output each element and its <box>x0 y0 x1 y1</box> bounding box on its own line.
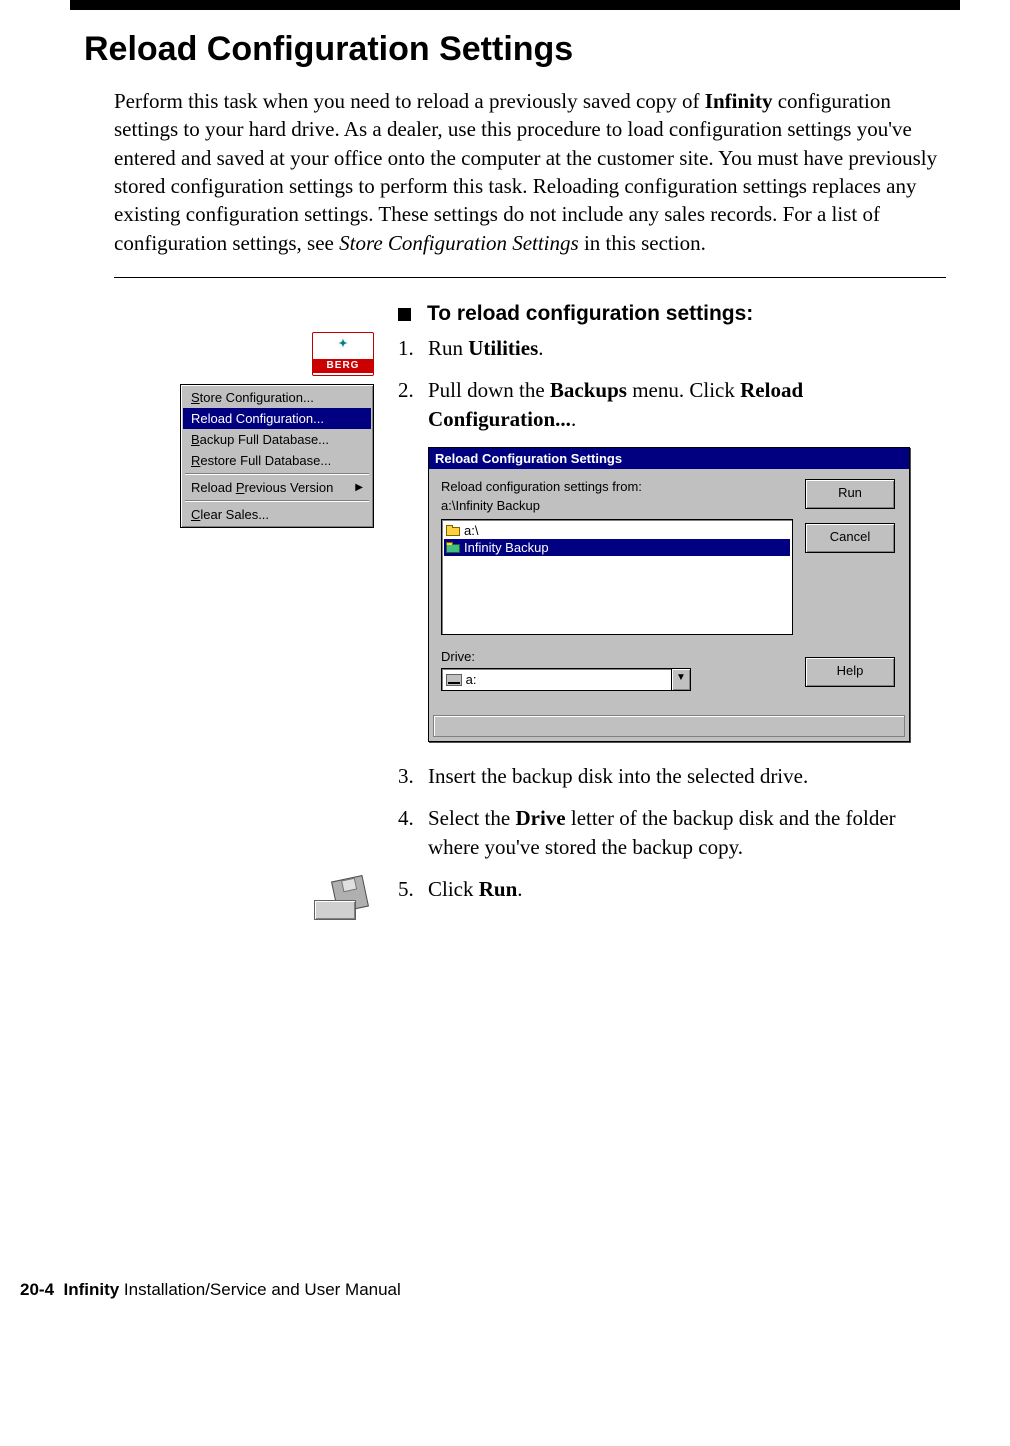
page-footer: 20-4 Infinity Installation/Service and U… <box>20 1280 960 1300</box>
from-path: a:\Infinity Backup <box>441 498 793 513</box>
list-item[interactable]: a:\ <box>444 522 790 539</box>
berg-logo-text: BERG <box>313 359 373 373</box>
intro-text: Perform this task when you need to reloa… <box>114 89 705 113</box>
page-title: Reload Configuration Settings <box>84 30 960 69</box>
folder-icon <box>446 525 460 536</box>
folder-open-icon <box>446 542 460 553</box>
menu-clear-sales[interactable]: Clear Sales... <box>183 504 371 525</box>
run-button[interactable]: Run <box>805 479 895 509</box>
submenu-arrow-icon: ▶ <box>355 482 363 493</box>
list-item[interactable]: Infinity Backup <box>444 539 790 556</box>
step-5: 5. Click Run. <box>398 875 946 903</box>
folder-listbox[interactable]: a:\ Infinity Backup <box>441 519 793 635</box>
procedure-heading: To reload configuration settings: <box>398 302 946 326</box>
drive-combo[interactable]: ▼ <box>441 668 691 691</box>
step-3: 3. Insert the backup disk into the selec… <box>398 762 946 790</box>
berg-logo-icon: ✦ BERG <box>312 332 374 376</box>
backups-menu: Store Configuration... Reload Configurat… <box>180 384 374 528</box>
dialog-statusbar <box>433 715 905 737</box>
reload-config-dialog: Reload Configuration Settings Reload con… <box>428 447 910 742</box>
dropdown-arrow-icon[interactable]: ▼ <box>672 668 691 691</box>
drive-label: Drive: <box>441 649 793 664</box>
floppy-drive-icon <box>314 878 366 920</box>
menu-divider <box>185 500 369 502</box>
drive-field[interactable] <box>441 668 672 691</box>
cancel-button[interactable]: Cancel <box>805 523 895 553</box>
menu-reload-config[interactable]: Reload Configuration... <box>183 408 371 429</box>
intro-italic-ref: Store Configuration Settings <box>339 231 579 255</box>
footer-text: Installation/Service and User Manual <box>119 1280 401 1299</box>
section-divider <box>114 277 946 278</box>
page-number: 20-4 <box>20 1280 54 1299</box>
menu-store-config[interactable]: Store Configuration... <box>183 387 371 408</box>
from-label: Reload configuration settings from: <box>441 479 793 494</box>
step-2: 2. Pull down the Backups menu. Click Rel… <box>398 376 946 433</box>
help-button[interactable]: Help <box>805 657 895 687</box>
intro-bold-infinity: Infinity <box>705 89 773 113</box>
menu-backup-db[interactable]: Backup Full Database... <box>183 429 371 450</box>
footer-product: Infinity <box>63 1280 119 1299</box>
drive-icon <box>446 674 462 686</box>
intro-text-post: in this section. <box>579 231 706 255</box>
square-bullet-icon <box>398 308 411 321</box>
step-1: 1. Run Utilities. <box>398 334 946 362</box>
menu-reload-prev[interactable]: Reload Previous Version▶ <box>183 477 371 498</box>
dialog-titlebar[interactable]: Reload Configuration Settings <box>429 448 909 469</box>
intro-paragraph: Perform this task when you need to reloa… <box>114 87 946 257</box>
header-rule <box>70 0 960 10</box>
step-4: 4. Select the Drive letter of the backup… <box>398 804 946 861</box>
menu-restore-db[interactable]: Restore Full Database... <box>183 450 371 471</box>
menu-divider <box>185 473 369 475</box>
